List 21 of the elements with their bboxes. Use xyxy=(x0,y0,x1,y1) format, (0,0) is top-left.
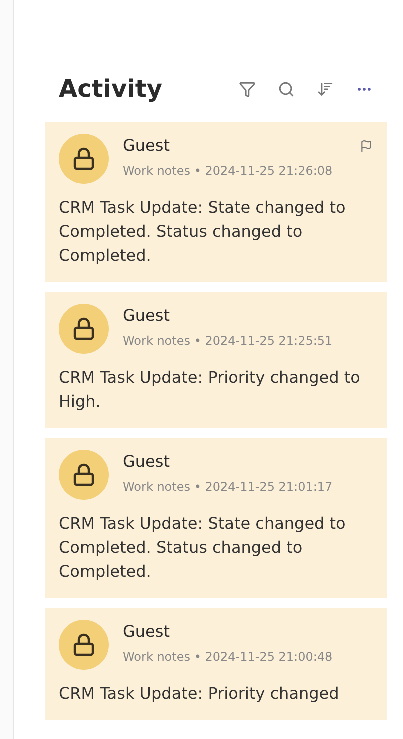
entry-text: CRM Task Update: State changed to Completed. Status changed to Completed. xyxy=(59,197,347,267)
entry-meta: Work notes • 2024-11-25 21:26:08 xyxy=(123,163,334,180)
author-name: Guest xyxy=(123,621,170,643)
author-name: Guest xyxy=(123,135,170,157)
lock-icon xyxy=(72,463,96,487)
author-name: Guest xyxy=(123,451,170,473)
lock-icon xyxy=(72,633,96,657)
entry-meta: Work notes • 2024-11-25 21:25:51 xyxy=(123,333,334,350)
flag-icon[interactable] xyxy=(360,140,373,152)
panel-title: Activity xyxy=(58,74,162,105)
entry-text: CRM Task Update: Priority changed xyxy=(59,683,340,705)
entry-meta: Work notes • 2024-11-25 21:00:48 xyxy=(123,649,334,666)
filter-icon[interactable] xyxy=(239,80,256,98)
search-icon[interactable] xyxy=(278,80,295,98)
entry-text: CRM Task Update: Priority changed to High. xyxy=(59,367,362,413)
sort-icon[interactable] xyxy=(317,80,334,98)
entry-meta: Work notes • 2024-11-25 21:01:17 xyxy=(123,479,334,496)
lock-icon xyxy=(72,147,96,171)
author-name: Guest xyxy=(123,305,170,327)
entry-text: CRM Task Update: State changed to Completed. Status changed to Completed. xyxy=(59,513,347,583)
lock-icon xyxy=(72,317,96,341)
